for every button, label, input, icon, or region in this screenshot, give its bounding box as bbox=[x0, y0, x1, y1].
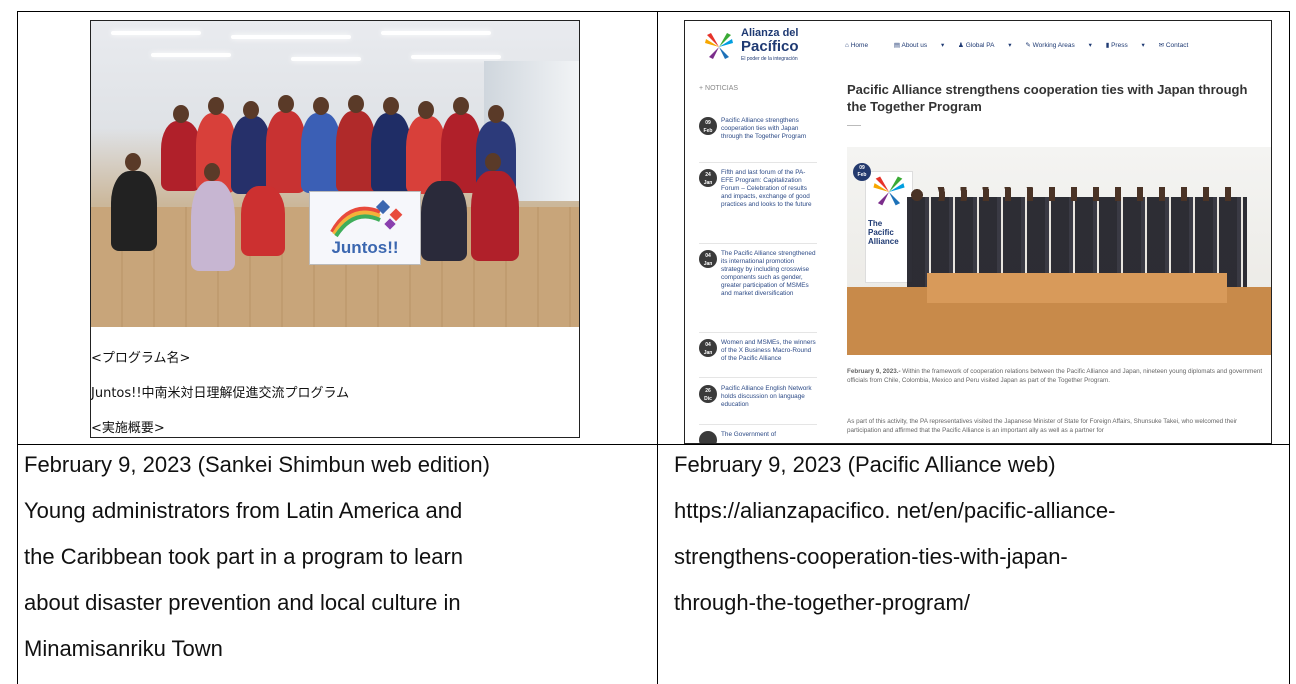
date-badge: 24 Jan bbox=[699, 169, 717, 187]
banner-text: Juntos!! bbox=[331, 238, 399, 257]
table-border-left bbox=[17, 11, 18, 684]
program-name: Juntos!!中南米対日理解促進交流プログラム bbox=[91, 386, 350, 401]
program-name-label: <プログラム名> bbox=[91, 351, 191, 366]
right-caption-url-1[interactable]: https://alianzapacifico. net/en/pacific-… bbox=[674, 494, 1115, 528]
date-badge: 26 Dic bbox=[699, 385, 717, 403]
news-link[interactable]: Pacific Alliance English Network holds d… bbox=[721, 385, 817, 409]
sidebar-heading: + NOTICIAS bbox=[699, 85, 739, 92]
left-caption-line-2: Young administrators from Latin America … bbox=[24, 498, 463, 523]
news-link[interactable]: Fifth and last forum of the PA-EFE Progr… bbox=[721, 169, 817, 209]
date-badge: 04 Jan bbox=[699, 250, 717, 268]
right-caption-url-2[interactable]: strengthens-cooperation-ties-with-japan- bbox=[674, 540, 1068, 574]
left-caption-line-4: about disaster prevention and local cult… bbox=[24, 590, 461, 615]
logo-line2: Pacífico bbox=[741, 38, 799, 55]
sankei-screenshot: Juntos!! <プログラム名> Juntos!!中南米対日理解促進交流プログ… bbox=[90, 20, 580, 438]
logo-text: Alianza del Pacífico bbox=[741, 27, 799, 55]
logo-tagline: El poder de la integración bbox=[741, 56, 798, 62]
alianza-logo-icon bbox=[705, 33, 733, 59]
article-dateline: February 9, 2023.- bbox=[847, 368, 901, 375]
rainbow-logo-icon bbox=[330, 199, 403, 238]
article-date-badge: 09 Feb bbox=[853, 163, 871, 181]
program-overview-label: <実施概要> bbox=[91, 421, 165, 436]
nav-home[interactable]: ⌂ Home bbox=[845, 42, 880, 49]
alianza-banner-logo-icon bbox=[873, 176, 905, 206]
juntos-banner: Juntos!! bbox=[309, 191, 421, 265]
group-photo: Juntos!! bbox=[91, 21, 579, 327]
table-divider-horizontal bbox=[17, 444, 1290, 445]
nav-about[interactable]: ▤ About us ▾ bbox=[894, 42, 944, 49]
banner-caption: The Pacific Alliance bbox=[868, 219, 899, 246]
left-caption-line-5: Minamisanriku Town bbox=[24, 636, 223, 661]
date-badge: 09 Feb bbox=[699, 117, 717, 135]
article-paragraph-2: As part of this activity, the PA represe… bbox=[847, 418, 1238, 434]
nav-global[interactable]: ♟ Global PA ▾ bbox=[958, 42, 1012, 49]
news-link[interactable]: Pacific Alliance strengthens cooperation… bbox=[721, 117, 817, 141]
article-paragraph-1: February 9, 2023.- Within the framework … bbox=[847, 368, 1263, 384]
date-badge bbox=[699, 431, 717, 443]
site-nav: ⌂ Home ▤ About us ▾ ♟ Global PA ▾ ✎ Work… bbox=[845, 41, 1212, 49]
table-divider-vertical bbox=[657, 11, 658, 684]
left-caption-line-1: February 9, 2023 (Sankei Shimbun web edi… bbox=[24, 452, 490, 477]
news-link[interactable]: The Government of bbox=[721, 431, 817, 439]
table-border-right bbox=[1289, 11, 1290, 684]
date-badge: 04 Jan bbox=[699, 339, 717, 357]
table-border-top bbox=[17, 11, 1290, 12]
nav-press[interactable]: ▮ Press ▾ bbox=[1106, 42, 1145, 49]
news-link[interactable]: The Pacific Alliance strengthened its in… bbox=[721, 250, 817, 298]
right-caption-url-3[interactable]: through-the-together-program/ bbox=[674, 586, 970, 620]
nav-contact[interactable]: ✉ Contact bbox=[1159, 42, 1201, 49]
alliance-screenshot: Alianza del Pacífico El poder de la inte… bbox=[684, 20, 1272, 444]
news-link[interactable]: Women and MSMEs, the winners of the X Bu… bbox=[721, 339, 817, 363]
article-title: Pacific Alliance strengthens cooperation… bbox=[847, 82, 1248, 114]
right-caption-line-1: February 9, 2023 (Pacific Alliance web) bbox=[674, 452, 1056, 477]
alliance-banner: The Pacific Alliance bbox=[865, 171, 913, 283]
article-photo: The Pacific Alliance 09 Feb bbox=[847, 147, 1271, 355]
left-caption-line-3: the Caribbean took part in a program to … bbox=[24, 544, 464, 569]
nav-working[interactable]: ✎ Working Areas ▾ bbox=[1025, 42, 1092, 49]
title-rule bbox=[847, 125, 861, 126]
